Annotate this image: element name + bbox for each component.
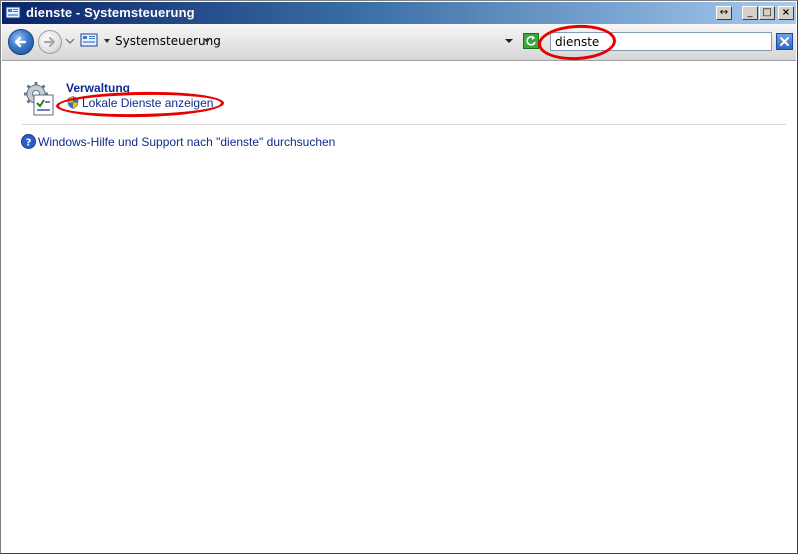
forward-arrow-icon: [43, 36, 56, 48]
maximize-button[interactable]: □: [759, 6, 775, 20]
search-input-value: dienste: [555, 35, 600, 49]
address-dropdown-icon[interactable]: [504, 37, 514, 45]
recent-pages-dropdown-icon[interactable]: [65, 36, 75, 46]
forward-button[interactable]: [38, 30, 62, 54]
back-button[interactable]: [8, 29, 34, 55]
refresh-button[interactable]: [523, 33, 539, 49]
minimize-button[interactable]: _: [742, 6, 758, 20]
search-clear-button[interactable]: [776, 33, 793, 50]
restore-width-button[interactable]: ↔: [716, 6, 732, 20]
content-area: Verwaltung Lokale Dienste anzeigen ? Win…: [2, 61, 796, 553]
breadcrumb-separator-icon[interactable]: [103, 37, 111, 45]
view-local-services-link[interactable]: Lokale Dienste anzeigen: [82, 96, 213, 110]
search-input[interactable]: dienste: [550, 32, 772, 51]
chevron-down-icon[interactable]: [203, 37, 211, 45]
group-title-verwaltung[interactable]: Verwaltung: [66, 81, 130, 95]
refresh-icon: [526, 36, 536, 46]
administrative-tools-icon: [24, 82, 54, 116]
navigation-bar: Systemsteuerung dienste: [2, 24, 796, 61]
divider: [22, 124, 786, 125]
close-icon: [780, 37, 789, 46]
explorer-window: dienste - Systemsteuerung ↔ _ □ × System…: [0, 0, 798, 554]
back-arrow-icon: [14, 36, 27, 48]
uac-shield-icon: [67, 96, 79, 109]
window-title: dienste - Systemsteuerung: [26, 5, 195, 20]
control-panel-icon: [5, 6, 21, 19]
windows-help-search-link[interactable]: Windows-Hilfe und Support nach "dienste"…: [38, 135, 335, 149]
close-button[interactable]: ×: [778, 6, 794, 20]
svg-text:?: ?: [26, 138, 32, 149]
title-bar[interactable]: dienste - Systemsteuerung ↔ _ □ ×: [2, 2, 796, 24]
help-icon: ?: [21, 134, 36, 149]
control-panel-icon: [80, 33, 98, 47]
